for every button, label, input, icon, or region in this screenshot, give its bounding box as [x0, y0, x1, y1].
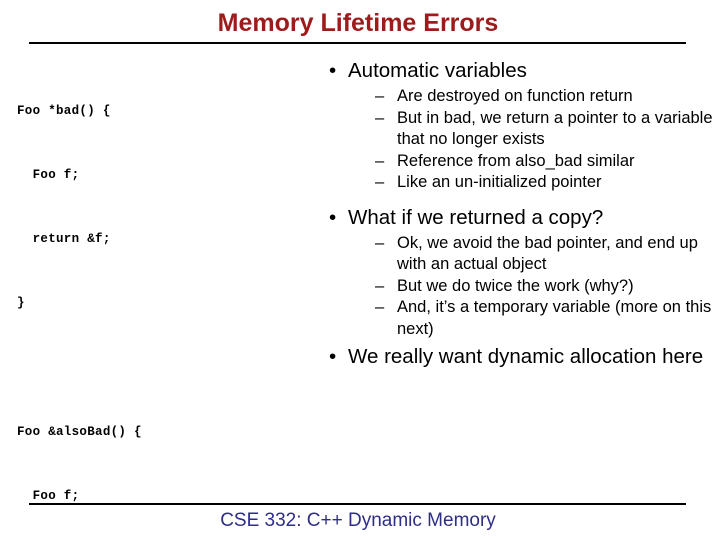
- bullet-level2: – And, it’s a temporary variable (more o…: [322, 297, 714, 340]
- bullet-dash-icon: –: [375, 151, 385, 170]
- bullet-dash-icon: –: [375, 233, 385, 252]
- bullet-level2-label: But in bad, we return a pointer to a var…: [397, 108, 713, 149]
- bullet-level2-label: Reference from also_bad similar: [397, 151, 635, 170]
- bullet-list: • Automatic variables – Are destroyed on…: [322, 57, 714, 372]
- code-line: }: [17, 296, 25, 311]
- bullet-level2: – Are destroyed on function return: [322, 86, 714, 108]
- bullet-dash-icon: –: [375, 173, 385, 191]
- bullet-level2-label: And, it’s a temporary variable (more on …: [397, 298, 712, 338]
- slide-footer: CSE 332: C++ Dynamic Memory: [220, 510, 496, 531]
- bullet-level2: – Reference from also_bad similar: [322, 151, 714, 173]
- bullet-level1-label: Automatic variables: [348, 59, 527, 82]
- bullet-level2-label: But we do twice the work (why?): [397, 276, 634, 295]
- title-divider: [29, 42, 686, 44]
- slide: Memory Lifetime Errors Foo *bad() { Foo …: [0, 0, 720, 540]
- bullet-level1: • What if we returned a copy?: [322, 204, 714, 231]
- bullet-dash-icon: –: [375, 108, 385, 127]
- footer-divider: [29, 503, 686, 505]
- bullet-level2-label: Ok, we avoid the bad pointer, and end up…: [397, 233, 698, 274]
- code-block: Foo *bad() { Foo f; return &f; } Foo &al…: [17, 58, 297, 540]
- bullet-level2-label: Are destroyed on function return: [397, 87, 633, 105]
- bullet-dot-icon: •: [329, 345, 337, 368]
- code-line: Foo *bad() {: [17, 103, 111, 118]
- bullet-level1: • We really want dynamic allocation here: [322, 343, 714, 370]
- bullet-dot-icon: •: [329, 205, 337, 229]
- bullet-dash-icon: –: [375, 276, 385, 295]
- code-line: Foo f;: [17, 168, 80, 183]
- bullet-dash-icon: –: [375, 87, 385, 105]
- page-title: Memory Lifetime Errors: [217, 9, 499, 37]
- bullet-level1-label: What if we returned a copy?: [348, 205, 604, 229]
- bullet-group-spacer: [322, 194, 714, 204]
- code-line: return &f;: [17, 232, 111, 247]
- bullet-level2: – Ok, we avoid the bad pointer, and end …: [322, 233, 714, 276]
- code-line: Foo &alsoBad() {: [17, 424, 142, 439]
- bullet-level2-label: Like an un-initialized pointer: [397, 173, 602, 191]
- bullet-level1: • Automatic variables: [322, 57, 714, 84]
- bullet-dot-icon: •: [329, 59, 337, 82]
- bullet-level2: – But in bad, we return a pointer to a v…: [322, 108, 714, 151]
- bullet-level2: – But we do twice the work (why?): [322, 276, 714, 298]
- bullet-level2: – Like an un-initialized pointer: [322, 172, 714, 194]
- bullet-level1-label: We really want dynamic allocation here: [348, 345, 704, 368]
- bullet-dash-icon: –: [375, 298, 385, 316]
